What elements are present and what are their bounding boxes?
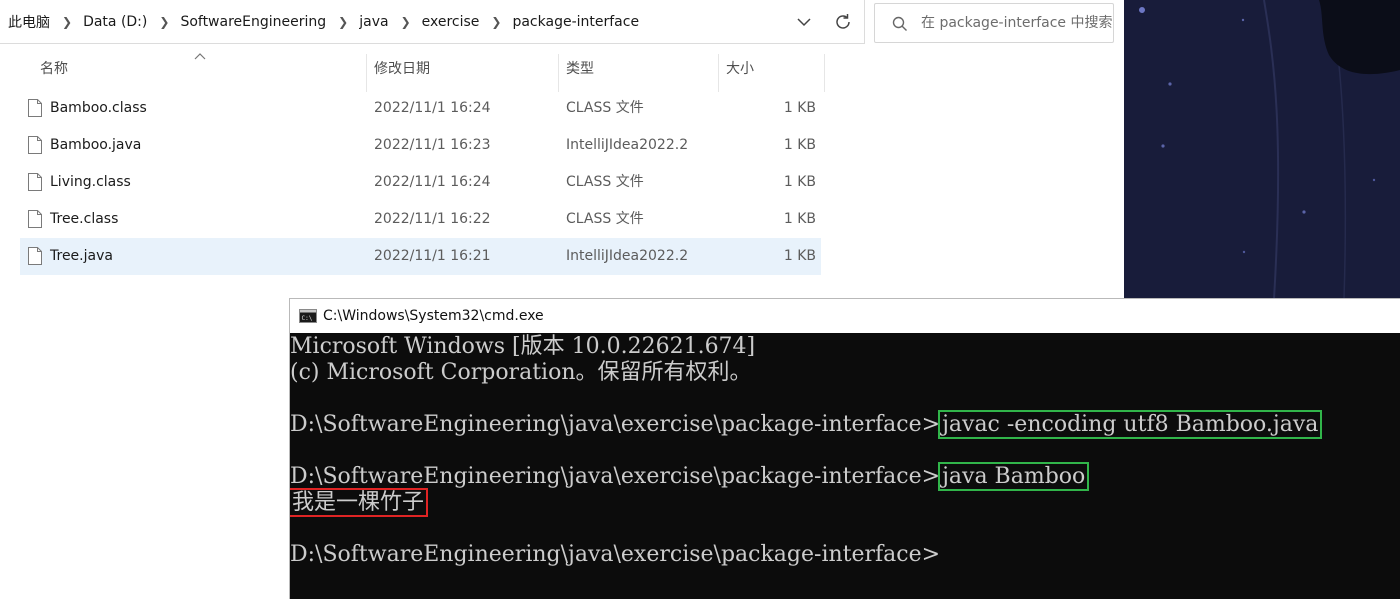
file-type: IntelliJIdea2022.2 (566, 248, 689, 264)
column-header-name[interactable]: 名称 (40, 44, 68, 94)
breadcrumb: 此电脑 ❯ Data (D:) ❯ SoftwareEngineering ❯ … (7, 0, 640, 44)
column-divider[interactable] (366, 54, 367, 92)
console-prompt: D:\SoftwareEngineering\java\exercise\pac… (290, 464, 941, 489)
file-modified: 2022/11/1 16:23 (374, 137, 491, 153)
file-name: Bamboo.java (50, 137, 142, 153)
file-size: 1 KB (783, 248, 816, 264)
wallpaper-art (1139, 0, 1400, 299)
cmd-titlebar[interactable]: C:\ C:\Windows\System32\cmd.exe (290, 299, 1400, 333)
file-size: 1 KB (783, 100, 816, 116)
chevron-right-icon[interactable]: ❯ (401, 15, 411, 29)
file-modified: 2022/11/1 16:21 (374, 248, 491, 264)
file-icon (28, 173, 42, 191)
console-command-javac: javac -encoding utf8 Bamboo.java (938, 410, 1323, 439)
console-prompt: D:\SoftwareEngineering\java\exercise\pac… (290, 412, 941, 437)
file-size: 1 KB (783, 211, 816, 227)
search-icon (892, 16, 907, 31)
file-row[interactable]: Bamboo.java 2022/11/1 16:23 IntelliJIdea… (20, 127, 821, 164)
console-banner-version: Microsoft Windows [版本 10.0.22621.674] (290, 334, 756, 359)
file-name: Tree.java (50, 248, 113, 264)
chevron-down-icon[interactable] (794, 12, 814, 32)
file-name: Living.class (50, 174, 131, 190)
file-icon (28, 247, 42, 265)
file-row[interactable]: Tree.class 2022/11/1 16:22 CLASS 文件 1 KB (20, 201, 821, 238)
file-row[interactable]: Living.class 2022/11/1 16:24 CLASS 文件 1 … (20, 164, 821, 201)
column-header-type[interactable]: 类型 (566, 44, 594, 94)
breadcrumb-java[interactable]: java (358, 14, 389, 30)
column-divider[interactable] (824, 54, 825, 92)
file-modified: 2022/11/1 16:22 (374, 211, 491, 227)
search-box[interactable]: 在 package-interface 中搜索 (874, 3, 1114, 43)
column-divider[interactable] (558, 54, 559, 92)
file-modified: 2022/11/1 16:24 (374, 100, 491, 116)
column-header-modified[interactable]: 修改日期 (374, 44, 430, 94)
file-name: Tree.class (50, 211, 119, 227)
breadcrumb-exercise[interactable]: exercise (421, 14, 481, 30)
console-banner-copyright: (c) Microsoft Corporation。保留所有权利。 (290, 360, 752, 385)
search-placeholder: 在 package-interface 中搜索 (921, 15, 1113, 31)
file-row-selected[interactable]: Tree.java 2022/11/1 16:21 IntelliJIdea20… (20, 238, 821, 275)
column-header-size[interactable]: 大小 (726, 44, 754, 94)
console-current-prompt: D:\SoftwareEngineering\java\exercise\pac… (290, 542, 941, 567)
file-list: Bamboo.class 2022/11/1 16:24 CLASS 文件 1 … (20, 90, 821, 275)
cmd-icon: C:\ (299, 309, 317, 323)
breadcrumb-softwareengineering[interactable]: SoftwareEngineering (179, 14, 327, 30)
file-icon (28, 210, 42, 228)
breadcrumb-package-interface[interactable]: package-interface (511, 14, 640, 30)
console-program-output: 我是一棵竹子 (290, 488, 429, 517)
file-size: 1 KB (783, 174, 816, 190)
file-icon (28, 99, 42, 117)
refresh-icon[interactable] (832, 11, 854, 33)
sort-ascending-icon (194, 53, 206, 60)
chevron-right-icon[interactable]: ❯ (62, 15, 72, 29)
console-command-java: java Bamboo (938, 462, 1090, 491)
file-modified: 2022/11/1 16:24 (374, 174, 491, 190)
file-type: CLASS 文件 (566, 174, 644, 190)
file-icon (28, 136, 42, 154)
column-divider[interactable] (718, 54, 719, 92)
svg-text:C:\: C:\ (302, 315, 313, 322)
file-row[interactable]: Bamboo.class 2022/11/1 16:24 CLASS 文件 1 … (20, 90, 821, 127)
cmd-title: C:\Windows\System32\cmd.exe (323, 308, 544, 324)
console-output[interactable]: Microsoft Windows [版本 10.0.22621.674] (c… (290, 333, 1400, 599)
address-bar[interactable]: 此电脑 ❯ Data (D:) ❯ SoftwareEngineering ❯ … (0, 0, 865, 44)
chevron-right-icon[interactable]: ❯ (159, 15, 169, 29)
file-type: CLASS 文件 (566, 100, 644, 116)
breadcrumb-this-pc[interactable]: 此电脑 (7, 12, 51, 32)
console-command-line: D:\SoftwareEngineering\java\exercise\pac… (290, 410, 1323, 439)
cmd-window: C:\ C:\Windows\System32\cmd.exe Microsof… (289, 298, 1400, 599)
column-header-row: 名称 修改日期 类型 大小 (0, 44, 830, 94)
console-output-line: 我是一棵竹子 (290, 488, 429, 517)
file-type: CLASS 文件 (566, 211, 644, 227)
file-name: Bamboo.class (50, 100, 147, 116)
chevron-right-icon[interactable]: ❯ (338, 15, 348, 29)
chevron-right-icon[interactable]: ❯ (491, 15, 501, 29)
breadcrumb-data-drive[interactable]: Data (D:) (82, 14, 148, 30)
file-type: IntelliJIdea2022.2 (566, 137, 689, 153)
file-size: 1 KB (783, 137, 816, 153)
desktop-wallpaper (1124, 0, 1400, 299)
console-command-line: D:\SoftwareEngineering\java\exercise\pac… (290, 462, 1090, 491)
